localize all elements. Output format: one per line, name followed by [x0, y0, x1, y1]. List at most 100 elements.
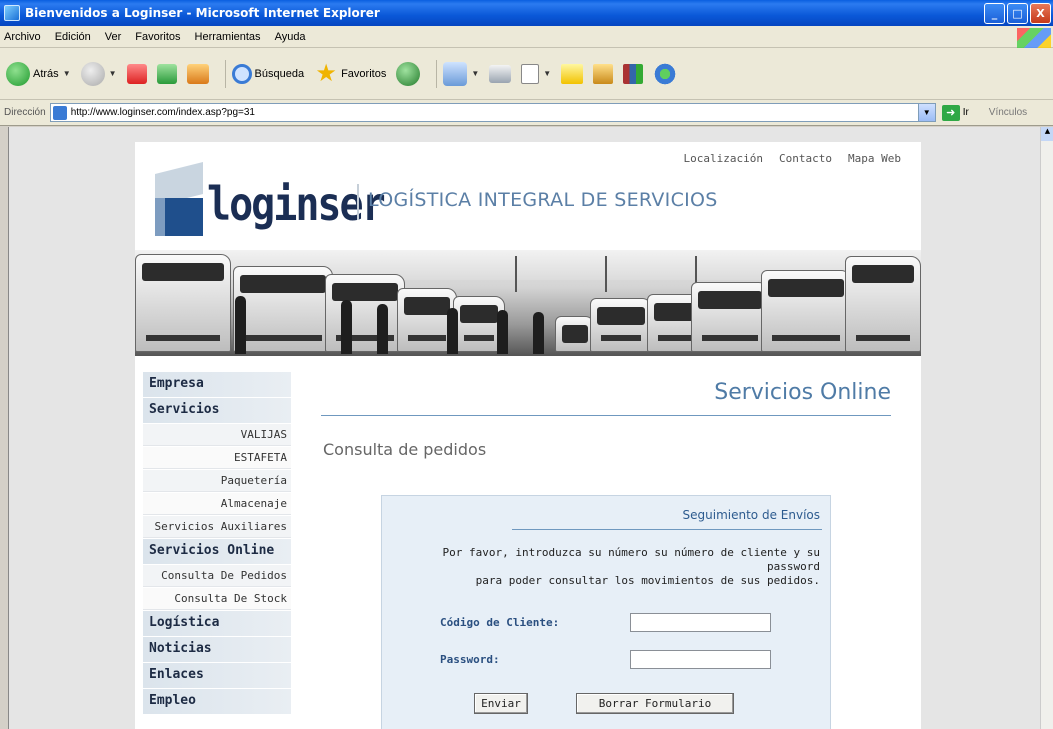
browser-viewport: loginser LOGÍSTICA INTEGRAL DE SERVICIOS… — [8, 127, 1040, 729]
favorites-button[interactable]: ★ Favoritos — [314, 59, 387, 87]
encyclopedia-button[interactable] — [623, 63, 644, 84]
form-title-divider — [512, 529, 822, 530]
books-icon — [623, 63, 644, 84]
window-title: Bienvenidos a Loginser - Microsoft Inter… — [25, 6, 380, 20]
maximize-button[interactable]: □ — [1007, 3, 1028, 24]
menu-edicion[interactable]: Edición — [55, 31, 91, 43]
client-code-input[interactable] — [630, 613, 771, 632]
printer-icon — [489, 64, 512, 83]
internet-explorer-icon — [4, 5, 20, 21]
web-page: loginser LOGÍSTICA INTEGRAL DE SERVICIOS… — [135, 142, 921, 729]
go-arrow-icon: ➜ — [941, 104, 960, 121]
sidebar-nav: Empresa Servicios VALIJAS ESTAFETA Paque… — [143, 372, 291, 715]
sidebar-item-consulta-stock[interactable]: Consulta De Stock — [143, 588, 291, 610]
logo-divider — [357, 184, 359, 220]
sidebar-item-consulta-pedidos[interactable]: Consulta De Pedidos — [143, 565, 291, 587]
chevron-down-icon[interactable]: ▼ — [109, 69, 117, 78]
scroll-up-icon[interactable]: ▲ — [1041, 127, 1053, 141]
link-localizacion[interactable]: Localización — [684, 152, 763, 165]
home-button[interactable] — [186, 63, 209, 84]
back-label: Atrás — [33, 67, 59, 80]
messenger-icon — [653, 61, 678, 86]
search-button[interactable]: Búsqueda — [231, 63, 305, 84]
sidebar-item-empleo[interactable]: Empleo — [143, 689, 291, 714]
back-arrow-icon — [6, 61, 30, 86]
sidebar-item-noticias[interactable]: Noticias — [143, 637, 291, 662]
heading-divider — [321, 415, 891, 416]
links-toolbar[interactable]: Vínculos — [989, 107, 1027, 118]
mail-button[interactable]: ▼ — [443, 61, 479, 86]
note-icon — [561, 63, 584, 84]
back-button[interactable]: Atrás ▼ — [6, 61, 71, 86]
link-contacto[interactable]: Contacto — [779, 152, 832, 165]
submit-button[interactable]: Enviar — [474, 693, 528, 714]
window-titlebar: Bienvenidos a Loginser - Microsoft Inter… — [0, 0, 1053, 26]
menu-ayuda[interactable]: Ayuda — [275, 31, 306, 43]
section-title: Consulta de pedidos — [323, 440, 487, 459]
refresh-icon — [156, 63, 177, 84]
stop-button[interactable] — [126, 63, 147, 84]
research-icon — [593, 63, 614, 84]
edit-button[interactable]: ▼ — [521, 63, 551, 84]
address-input[interactable]: http://www.loginser.com/index.asp?pg=31 … — [49, 103, 936, 122]
sidebar-item-almacenaje[interactable]: Almacenaje — [143, 493, 291, 515]
sidebar-item-servicios-auxiliares[interactable]: Servicios Auxiliares — [143, 516, 291, 538]
chevron-down-icon[interactable]: ▼ — [917, 104, 935, 121]
form-instructions-line-1: Por favor, introduzca su número su númer… — [442, 546, 821, 573]
chevron-down-icon[interactable]: ▼ — [63, 69, 71, 78]
banner-photo-vans — [135, 250, 921, 356]
messenger-button[interactable] — [653, 61, 678, 86]
form-title: Seguimiento de Envíos — [682, 508, 820, 522]
window-controls: _ □ X — [984, 3, 1051, 24]
page-title: Servicios Online — [714, 380, 891, 405]
address-label: Dirección — [4, 107, 46, 118]
main-content: Servicios Online Consulta de pedidos Seg… — [321, 372, 901, 729]
research-button[interactable] — [593, 63, 614, 84]
favorites-label: Favoritos — [341, 67, 387, 80]
search-label: Búsqueda — [254, 67, 305, 80]
sidebar-item-empresa[interactable]: Empresa — [143, 372, 291, 397]
password-label: Password: — [440, 653, 500, 666]
menu-herramientas[interactable]: Herramientas — [195, 31, 261, 43]
mail-icon — [443, 61, 468, 86]
password-input[interactable] — [630, 650, 771, 669]
sidebar-item-servicios-online[interactable]: Servicios Online — [143, 539, 291, 564]
menu-favoritos[interactable]: Favoritos — [135, 31, 180, 43]
address-url: http://www.loginser.com/index.asp?pg=31 — [70, 107, 255, 118]
menu-archivo[interactable]: Archivo — [4, 31, 41, 43]
sidebar-item-servicios[interactable]: Servicios — [143, 398, 291, 423]
print-button[interactable] — [489, 64, 512, 83]
form-instructions: Por favor, introduzca su número su númer… — [400, 546, 821, 588]
forward-arrow-icon — [80, 61, 105, 86]
chevron-down-icon[interactable]: ▼ — [543, 69, 551, 78]
toolbar: Atrás ▼ ▼ Búsqueda ★ Favoritos ▼ ▼ — [0, 48, 1053, 100]
stop-icon — [126, 63, 147, 84]
menu-ver[interactable]: Ver — [105, 31, 122, 43]
site-header: loginser LOGÍSTICA INTEGRAL DE SERVICIOS… — [135, 142, 921, 250]
go-label: Ir — [962, 107, 969, 118]
tracking-form: Seguimiento de Envíos Por favor, introdu… — [381, 495, 831, 729]
minimize-button[interactable]: _ — [984, 3, 1005, 24]
reset-button[interactable]: Borrar Formulario — [576, 693, 734, 714]
search-icon — [231, 63, 252, 84]
media-button[interactable] — [396, 61, 421, 86]
sidebar-item-valijas[interactable]: VALIJAS — [143, 424, 291, 446]
address-bar: Dirección http://www.loginser.com/index.… — [0, 100, 1053, 126]
chevron-down-icon[interactable]: ▼ — [471, 69, 479, 78]
close-button[interactable]: X — [1030, 3, 1051, 24]
vertical-scrollbar[interactable]: ▲ — [1040, 127, 1053, 729]
sidebar-item-estafeta[interactable]: ESTAFETA — [143, 447, 291, 469]
sidebar-item-logistica[interactable]: Logística — [143, 611, 291, 636]
sidebar-item-enlaces[interactable]: Enlaces — [143, 663, 291, 688]
windows-logo-icon — [1017, 28, 1051, 48]
logo-icon[interactable] — [155, 162, 203, 238]
star-icon: ★ — [315, 59, 337, 87]
discuss-button[interactable] — [561, 63, 584, 84]
link-mapa-web[interactable]: Mapa Web — [848, 152, 901, 165]
refresh-button[interactable] — [156, 63, 177, 84]
media-icon — [396, 61, 421, 86]
home-icon — [186, 63, 209, 84]
forward-button[interactable]: ▼ — [80, 61, 117, 86]
sidebar-item-paqueteria[interactable]: Paquetería — [143, 470, 291, 492]
go-button[interactable]: ➜ Ir — [941, 104, 969, 121]
